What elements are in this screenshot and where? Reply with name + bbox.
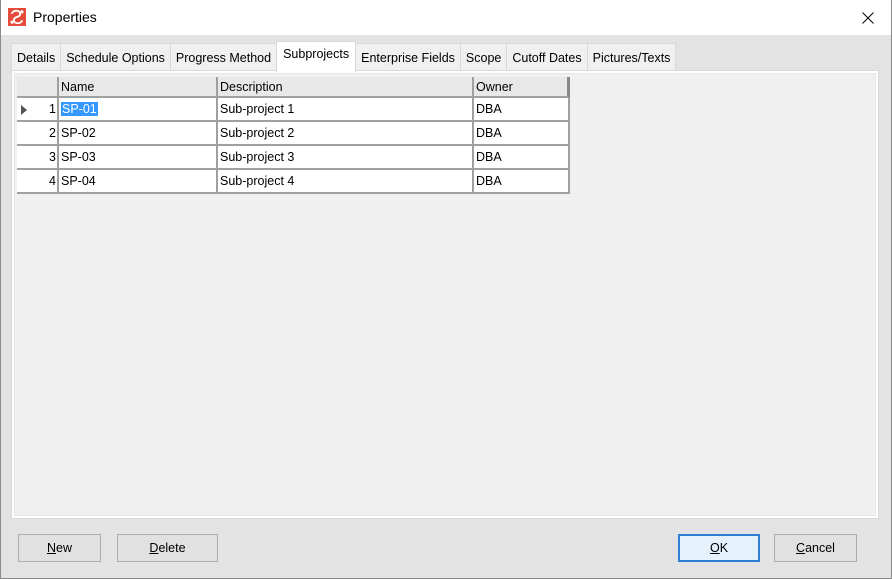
- cell-description[interactable]: Sub-project 4: [218, 170, 474, 194]
- cancel-button[interactable]: Cancel: [774, 534, 857, 562]
- accelerator-key: O: [709, 541, 720, 555]
- cell-name[interactable]: SP-01: [59, 98, 218, 122]
- cell-description[interactable]: Sub-project 2: [218, 122, 474, 146]
- current-row-pointer-icon: [21, 105, 27, 115]
- new-button[interactable]: New: [18, 534, 101, 562]
- button-label: K: [719, 541, 729, 555]
- tab-pictures-texts[interactable]: Pictures/Texts: [586, 43, 677, 71]
- window-title: Properties: [33, 9, 97, 25]
- tab-label: Schedule Options: [66, 50, 165, 65]
- table-row[interactable]: 1 SP-01 Sub-project 1 DBA: [17, 98, 570, 122]
- tab-subprojects[interactable]: Subprojects: [276, 41, 357, 72]
- accelerator-key: D: [149, 541, 159, 555]
- tab-label: Scope: [465, 50, 502, 65]
- row-indicator[interactable]: 1: [17, 98, 59, 122]
- corner-header[interactable]: [17, 77, 59, 98]
- cell-name[interactable]: SP-03: [59, 146, 218, 170]
- table-row[interactable]: 2 SP-02 Sub-project 2 DBA: [17, 122, 570, 146]
- title-bar: Properties: [1, 0, 891, 35]
- row-number: 1: [49, 102, 56, 116]
- subprojects-panel: Name Description Owner 1 SP-01 Sub-proje…: [11, 70, 879, 519]
- ok-button[interactable]: OK: [678, 534, 760, 562]
- cell-owner[interactable]: DBA: [474, 98, 570, 122]
- selected-cell-text: SP-01: [61, 102, 98, 116]
- row-number: 2: [49, 126, 56, 140]
- close-button[interactable]: [845, 0, 891, 35]
- column-header-name[interactable]: Name: [59, 77, 218, 98]
- cell-name[interactable]: SP-04: [59, 170, 218, 194]
- tab-cutoff-dates[interactable]: Cutoff Dates: [506, 43, 588, 71]
- tab-strip: Details Schedule Options Progress Method…: [11, 41, 677, 72]
- cell-description[interactable]: Sub-project 3: [218, 146, 474, 170]
- tab-label: Cutoff Dates: [512, 50, 582, 65]
- tab-label: Progress Method: [175, 50, 272, 65]
- button-label: ancel: [805, 541, 835, 555]
- tab-label: Enterprise Fields: [361, 50, 455, 65]
- row-number: 3: [49, 150, 56, 164]
- accelerator-key: N: [46, 541, 57, 555]
- table-row[interactable]: 3 SP-03 Sub-project 3 DBA: [17, 146, 570, 170]
- cell-owner[interactable]: DBA: [474, 170, 570, 194]
- column-header-description[interactable]: Description: [218, 77, 474, 98]
- button-label: ew: [56, 541, 72, 555]
- app-logo-icon: [8, 8, 26, 26]
- tab-enterprise-fields[interactable]: Enterprise Fields: [355, 43, 461, 71]
- subprojects-grid[interactable]: Name Description Owner 1 SP-01 Sub-proje…: [17, 77, 570, 194]
- column-header-owner[interactable]: Owner: [474, 77, 570, 98]
- tab-scope[interactable]: Scope: [459, 43, 508, 71]
- delete-button[interactable]: Delete: [117, 534, 218, 562]
- tab-schedule-options[interactable]: Schedule Options: [60, 43, 171, 71]
- properties-dialog: Properties Details Schedule Options Prog…: [0, 0, 892, 579]
- tab-label: Subprojects: [283, 47, 350, 61]
- grid-area: Name Description Owner 1 SP-01 Sub-proje…: [14, 73, 876, 516]
- cell-owner[interactable]: DBA: [474, 146, 570, 170]
- tab-label: Details: [17, 50, 56, 65]
- close-icon: [862, 11, 874, 24]
- row-indicator[interactable]: 4: [17, 170, 59, 194]
- tab-progress-method[interactable]: Progress Method: [169, 43, 278, 71]
- row-indicator[interactable]: 2: [17, 122, 59, 146]
- cell-name[interactable]: SP-02: [59, 122, 218, 146]
- tab-details[interactable]: Details: [11, 43, 62, 71]
- accelerator-key: C: [796, 541, 806, 555]
- row-indicator[interactable]: 3: [17, 146, 59, 170]
- button-label: elete: [158, 541, 186, 555]
- row-number: 4: [49, 174, 56, 188]
- cell-owner[interactable]: DBA: [474, 122, 570, 146]
- table-row[interactable]: 4 SP-04 Sub-project 4 DBA: [17, 170, 570, 194]
- tab-label: Pictures/Texts: [592, 50, 671, 65]
- grid-header-row: Name Description Owner: [17, 77, 570, 98]
- cell-description[interactable]: Sub-project 1: [218, 98, 474, 122]
